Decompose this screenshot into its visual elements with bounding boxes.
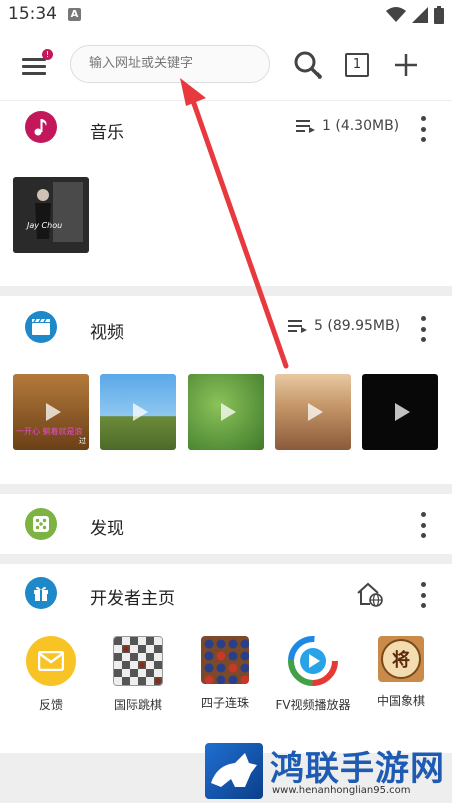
- search-button[interactable]: [291, 48, 325, 82]
- video-clapper-icon: [25, 311, 57, 343]
- video-thumbnail[interactable]: 一开心 躺着就是浪 过: [13, 374, 89, 450]
- app-label: 四子连珠: [200, 696, 249, 710]
- discover-card[interactable]: 发现: [0, 494, 452, 554]
- developer-more-icon[interactable]: [416, 582, 430, 608]
- music-card: 音乐 1 (4.30MB) Jay Chou: [0, 101, 452, 286]
- discover-title: 发现: [90, 519, 124, 539]
- music-count-label: 1 (4.30MB): [322, 118, 400, 134]
- video-more-icon[interactable]: [416, 316, 430, 342]
- menu-icon-line: [22, 65, 46, 68]
- fv-player-icon: [288, 636, 338, 686]
- play-icon: [221, 403, 236, 421]
- music-count: 1 (4.30MB): [296, 118, 399, 134]
- home-web-icon[interactable]: [356, 581, 384, 607]
- developer-header[interactable]: 开发者主页: [0, 567, 452, 619]
- status-time: 15:34: [8, 4, 57, 24]
- watermark-logo: [205, 743, 263, 799]
- video-thumbnail[interactable]: [362, 374, 438, 450]
- video-card: 视频 5 (89.95MB) 一开心 躺着就是浪 过: [0, 296, 452, 484]
- menu-icon-line: [22, 72, 46, 75]
- tabs-count-icon: 1: [345, 53, 369, 77]
- discover-more-icon[interactable]: [416, 512, 430, 538]
- app-connect-four[interactable]: 四子连珠: [184, 636, 266, 711]
- video-thumbnail[interactable]: [275, 374, 351, 450]
- app-label: 中国象棋: [376, 694, 425, 708]
- watermark: 鸿联手游网 www.henanhonglian95.com: [200, 741, 452, 803]
- dice-icon: [25, 508, 57, 540]
- top-toolbar: ! 1: [0, 30, 452, 100]
- video-count: 5 (89.95MB): [288, 318, 400, 334]
- url-search-field[interactable]: [70, 45, 270, 83]
- chinese-chess-icon: 将: [378, 636, 424, 682]
- video-thumbnail-strip: 一开心 躺着就是浪 过: [0, 374, 452, 450]
- video-count-label: 5 (89.95MB): [314, 318, 401, 334]
- battery-icon: [434, 6, 444, 24]
- video-header[interactable]: 视频 5 (89.95MB): [0, 301, 452, 353]
- app-label: FV视频播放器: [275, 698, 351, 712]
- music-album-thumbnail[interactable]: Jay Chou: [13, 177, 89, 253]
- play-icon: [46, 403, 61, 421]
- app-feedback[interactable]: 反馈: [10, 636, 92, 713]
- album-art-figure-icon: [13, 177, 89, 253]
- playlist-icon: [296, 120, 315, 133]
- menu-icon: [22, 58, 46, 61]
- plus-icon: [395, 54, 417, 76]
- video-title: 视频: [90, 323, 124, 343]
- play-icon: [133, 403, 148, 421]
- music-note-icon: [25, 111, 57, 143]
- menu-button[interactable]: !: [20, 49, 53, 78]
- chess-piece-glyph: 将: [381, 639, 421, 679]
- video-thumbnail[interactable]: [188, 374, 264, 450]
- menu-badge: !: [42, 49, 53, 60]
- a-notification-icon: A: [68, 8, 81, 21]
- tabs-button[interactable]: 1: [340, 48, 374, 82]
- new-tab-button[interactable]: [389, 48, 423, 82]
- status-icons: [386, 6, 444, 24]
- music-header[interactable]: 音乐 1 (4.30MB): [0, 101, 452, 153]
- playlist-icon: [288, 320, 307, 333]
- music-title: 音乐: [90, 123, 124, 143]
- play-icon: [395, 403, 410, 421]
- url-search-input[interactable]: [89, 56, 259, 71]
- video-caption: 一开心 躺着就是浪: [16, 427, 83, 436]
- video-thumbnail[interactable]: [100, 374, 176, 450]
- app-checkers[interactable]: 国际跳棋: [97, 636, 179, 713]
- app-label: 国际跳棋: [113, 698, 162, 712]
- signal-icon: [412, 7, 428, 23]
- app-label: 反馈: [38, 698, 63, 712]
- app-chinese-chess[interactable]: 将 中国象棋: [360, 636, 442, 709]
- play-icon: [308, 403, 323, 421]
- search-icon: [294, 51, 322, 79]
- app-fv-video-player[interactable]: FV视频播放器: [271, 636, 355, 713]
- checkers-board-icon: [113, 636, 163, 686]
- status-bar: 15:34 A: [0, 0, 452, 30]
- gift-icon: [25, 577, 57, 609]
- music-more-icon[interactable]: [416, 116, 430, 142]
- wifi-icon: [386, 7, 406, 22]
- album-caption: Jay Chou: [27, 221, 63, 230]
- mail-icon: [26, 636, 76, 686]
- watermark-url: www.henanhonglian95.com: [272, 785, 411, 796]
- video-tag: 过: [79, 437, 86, 445]
- connect-four-icon: [201, 636, 249, 684]
- developer-title: 开发者主页: [90, 589, 175, 609]
- watermark-brand: 鸿联手游网: [270, 749, 445, 789]
- tab-count: 1: [352, 57, 362, 72]
